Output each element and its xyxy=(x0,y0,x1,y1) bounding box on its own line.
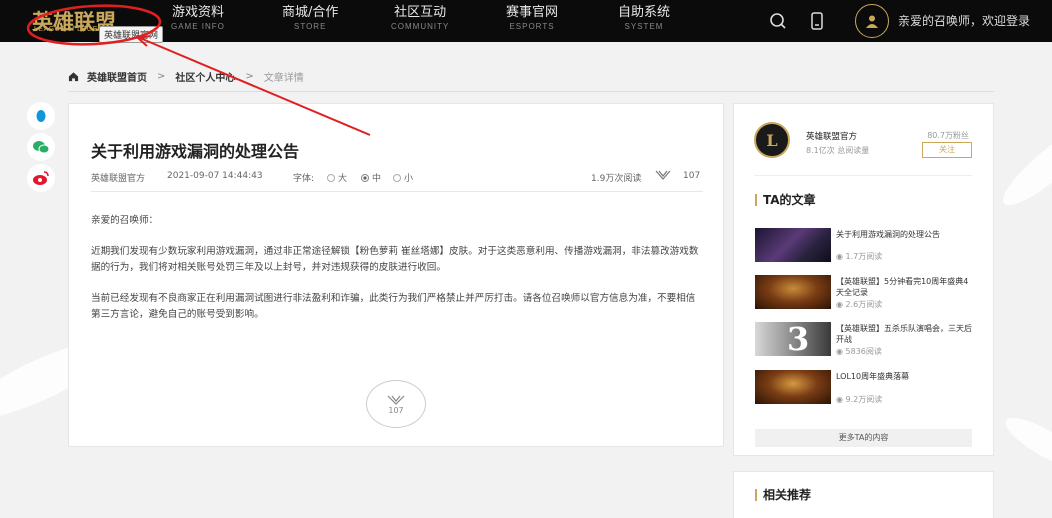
nav-store[interactable]: 商城/合作 STORE xyxy=(282,5,338,33)
font-option-small[interactable]: 小 xyxy=(393,171,413,184)
breadcrumb-separator: > xyxy=(157,71,166,82)
article-title: 关于利用游戏漏洞的处理公告 xyxy=(91,142,300,161)
background-brush-stroke xyxy=(999,409,1052,477)
breadcrumb-home[interactable]: 英雄联盟首页 xyxy=(87,69,147,84)
nav-sublabel: GAME INFO xyxy=(171,22,225,31)
article-author[interactable]: 英雄联盟官方 xyxy=(91,171,145,184)
breadcrumb-center[interactable]: 社区个人中心 xyxy=(175,69,235,84)
nav-label: 游戏资料 xyxy=(171,5,224,20)
font-option-label: 大 xyxy=(338,174,348,184)
list-item-title: 【英雄联盟】5分钟看完10周年盛典4天全记录 xyxy=(836,277,969,297)
font-option-label: 小 xyxy=(404,174,414,184)
article-likes: 107 xyxy=(683,171,701,181)
breadcrumb-separator: > xyxy=(245,71,254,82)
author-sidebar: L 英雄联盟官方 8.1亿次 总阅读量 80.7万粉丝 关注 TA的文章 关于利… xyxy=(733,103,994,456)
nav-sublabel: COMMUNITY xyxy=(391,22,450,31)
follow-button[interactable]: 关注 xyxy=(922,142,972,158)
list-item-title: 关于利用游戏漏洞的处理公告 xyxy=(836,230,940,239)
like-icon[interactable] xyxy=(655,169,671,184)
article-paragraph: 近期我们发现有少数玩家利用游戏漏洞，通过非正常途径解锁【粉色萝莉 崔丝塔娜】皮肤… xyxy=(91,246,699,273)
home-icon xyxy=(68,72,79,82)
ta-articles-title: TA的文章 xyxy=(755,194,816,206)
like-count: 107 xyxy=(388,405,404,415)
list-item-title: 【英雄联盟】五杀乐队演唱会，三天后开战 xyxy=(836,324,972,344)
font-option-medium[interactable]: 中 xyxy=(361,171,381,184)
like-button[interactable]: 107 xyxy=(366,380,426,428)
radio-icon xyxy=(327,174,335,182)
nav-esports[interactable]: 赛事官网 ESPORTS xyxy=(506,5,558,33)
wechat-share-icon[interactable] xyxy=(27,133,55,161)
nav-system[interactable]: 自助系统 SYSTEM xyxy=(618,5,670,33)
list-item[interactable]: 关于利用游戏漏洞的处理公告 ◉ 1.7万阅读 xyxy=(755,228,973,262)
radio-selected-icon xyxy=(361,174,369,182)
nav-sublabel: SYSTEM xyxy=(624,22,664,31)
article-body: 亲爱的召唤师： 近期我们发现有少数玩家利用游戏漏洞，通过非正常途径解锁【粉色萝莉… xyxy=(91,213,703,338)
meta-divider xyxy=(91,191,703,192)
related-title: 相关推荐 xyxy=(755,489,811,501)
author-logo[interactable]: L xyxy=(754,122,790,158)
list-item-title: LOL10周年盛典落幕 xyxy=(836,372,910,381)
nav-label: 赛事官网 xyxy=(506,5,559,20)
list-item[interactable]: 【英雄联盟】5分钟看完10周年盛典4天全记录 ◉ 2.6万阅读 xyxy=(755,275,973,309)
list-item-views: ◉ 2.6万阅读 xyxy=(836,299,882,310)
eye-icon: ◉ xyxy=(836,300,846,309)
article-card: 关于利用游戏漏洞的处理公告 英雄联盟官方 2021-09-07 14:44:43… xyxy=(68,103,724,447)
top-navigation: 英雄联盟 LEAGUE of LEGENDS 英雄联盟官网 游戏资料 GAME … xyxy=(0,0,1052,43)
related-card: 相关推荐 xyxy=(733,471,994,518)
search-icon[interactable] xyxy=(768,11,788,31)
logo-tooltip: 英雄联盟官网 xyxy=(99,26,164,43)
eye-icon: ◉ xyxy=(836,252,846,261)
article-thumbnail: 3 xyxy=(755,320,831,358)
author-stats: 8.1亿次 总阅读量 xyxy=(806,146,870,155)
list-item[interactable]: LOL10周年盛典落幕 ◉ 9.2万阅读 xyxy=(755,370,973,404)
list-item-views: ◉ 1.7万阅读 xyxy=(836,251,882,262)
mobile-icon[interactable] xyxy=(807,11,827,31)
sidebar-divider xyxy=(754,175,972,176)
breadcrumb: 英雄联盟首页 > 社区个人中心 > 文章详情 xyxy=(68,69,304,84)
eye-icon: ◉ xyxy=(836,347,846,356)
font-option-label: 中 xyxy=(372,174,382,184)
breadcrumb-divider xyxy=(68,91,994,92)
user-avatar-icon[interactable] xyxy=(855,4,889,38)
author-fans: 80.7万粉丝 xyxy=(927,131,969,140)
nav-label: 社区互动 xyxy=(394,5,447,20)
views-text: 9.2万阅读 xyxy=(845,395,883,404)
article-views: 1.9万次阅读 xyxy=(591,174,642,184)
login-greeting[interactable]: 亲爱的召唤师，欢迎登录 xyxy=(898,12,1030,29)
list-item-views: ◉ 5836阅读 xyxy=(836,346,882,357)
article-meta: 英雄联盟官方 2021-09-07 14:44:43 字体: 大 中 小 1.9… xyxy=(91,169,703,185)
weibo-share-icon[interactable] xyxy=(27,164,55,192)
nav-game-info[interactable]: 游戏资料 GAME INFO xyxy=(171,5,225,33)
nav-sublabel: STORE xyxy=(293,22,327,31)
background-brush-stroke xyxy=(994,114,1052,216)
article-thumbnail xyxy=(755,370,831,404)
eye-icon: ◉ xyxy=(836,395,846,404)
radio-icon xyxy=(393,174,401,182)
like-icon xyxy=(387,395,405,405)
article-thumbnail xyxy=(755,275,831,309)
qq-share-icon[interactable] xyxy=(27,102,55,130)
font-size-label: 字体: xyxy=(293,174,315,184)
breadcrumb-current: 文章详情 xyxy=(263,73,304,84)
nav-sublabel: ESPORTS xyxy=(509,22,555,31)
views-text: 5836阅读 xyxy=(845,347,882,356)
article-paragraph: 亲爱的召唤师： xyxy=(91,215,159,226)
font-option-large[interactable]: 大 xyxy=(327,171,347,184)
article-datetime: 2021-09-07 14:44:43 xyxy=(167,171,263,181)
more-articles-button[interactable]: 更多TA的内容 xyxy=(755,429,972,447)
article-paragraph: 当前已经发现有不良商家正在利用漏洞试图进行非法盈利和诈骗，此类行为我们严格禁止并… xyxy=(91,293,696,320)
nav-label: 商城/合作 xyxy=(282,5,339,20)
list-item-views: ◉ 9.2万阅读 xyxy=(836,394,882,405)
views-text: 1.7万阅读 xyxy=(845,252,883,261)
nav-community[interactable]: 社区互动 COMMUNITY xyxy=(391,5,449,33)
author-name[interactable]: 英雄联盟官方 xyxy=(806,130,857,142)
views-text: 2.6万阅读 xyxy=(845,300,883,309)
list-item[interactable]: 3 【英雄联盟】五杀乐队演唱会，三天后开战 ◉ 5836阅读 xyxy=(755,320,973,358)
nav-label: 自助系统 xyxy=(618,5,671,20)
article-thumbnail xyxy=(755,228,831,262)
